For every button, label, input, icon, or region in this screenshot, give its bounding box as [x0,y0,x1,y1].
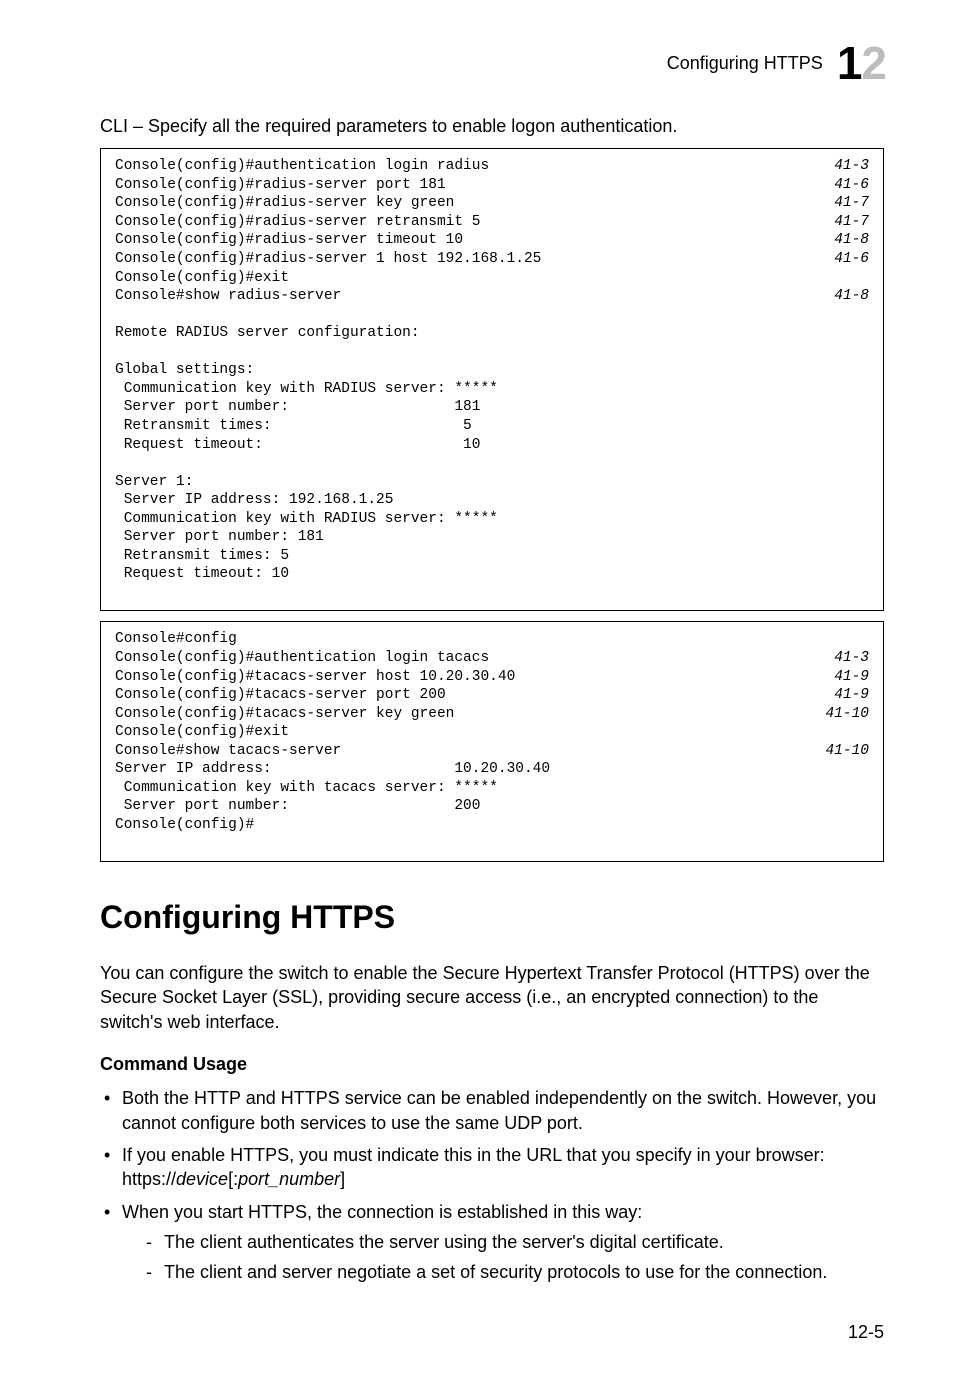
usage-list: Both the HTTP and HTTPS service can be e… [100,1086,884,1284]
sub-list: The client authenticates the server usin… [122,1230,884,1285]
header-title: Configuring HTTPS [667,51,823,75]
usage-item-connection: When you start HTTPS, the connection is … [100,1200,884,1285]
lead-paragraph: CLI – Specify all the required parameter… [100,114,884,138]
section-heading: Configuring HTTPS [100,896,884,939]
sub-item-auth: The client authenticates the server usin… [146,1230,884,1254]
cli-output-radius: Console(config)#authentication login rad… [100,148,884,611]
usage-item-url: If you enable HTTPS, you must indicate t… [100,1143,884,1192]
sub-item-negotiate: The client and server negotiate a set of… [146,1260,884,1284]
intro-paragraph: You can configure the switch to enable t… [100,961,884,1034]
command-usage-label: Command Usage [100,1052,884,1076]
header-page-icon: 12 [835,40,884,86]
usage-item-both: Both the HTTP and HTTPS service can be e… [100,1086,884,1135]
page-header: Configuring HTTPS 12 [100,40,884,86]
page-number: 12-5 [100,1320,884,1344]
cli-output-tacacs: Console#configConsole(config)#authentica… [100,621,884,862]
